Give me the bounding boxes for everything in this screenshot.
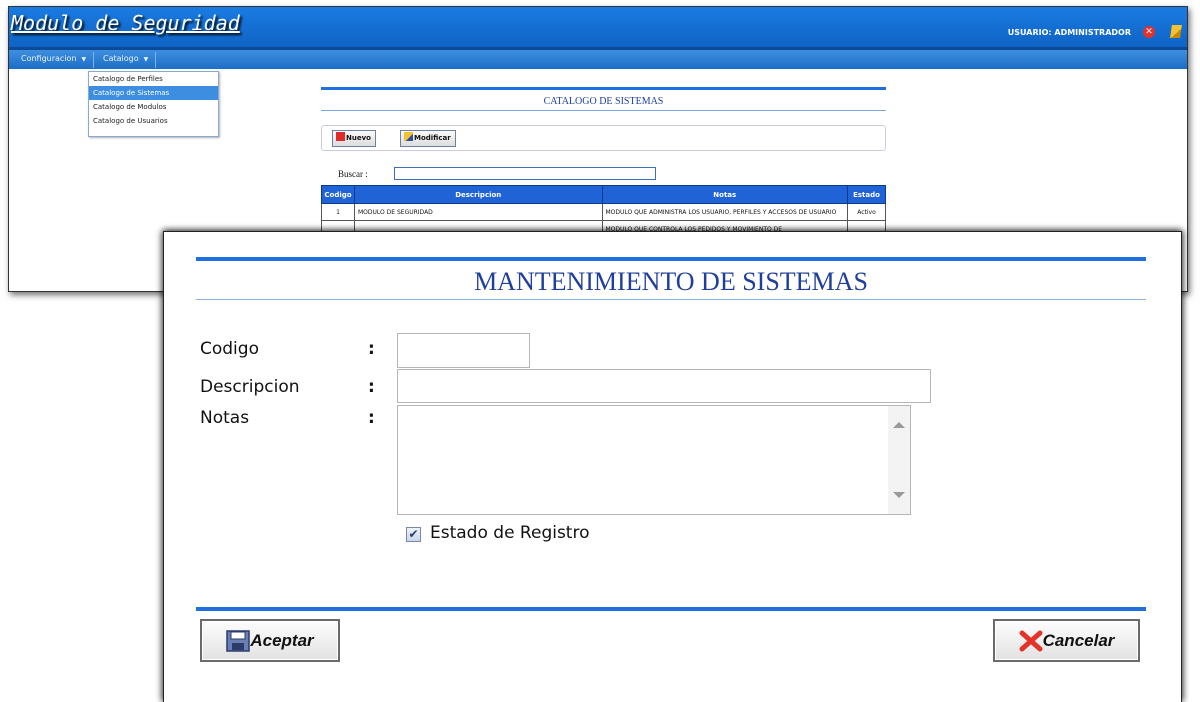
scroll-down-icon[interactable] [893, 492, 905, 498]
menu-catalogo-label: Catalogo [103, 54, 139, 63]
table-header-row: Codigo Descripcion Notas Estado [321, 185, 886, 204]
add-icon [336, 132, 345, 141]
divider [196, 607, 1146, 611]
menu-separator [93, 52, 94, 68]
save-icon [226, 629, 251, 652]
edit-icon[interactable] [1170, 25, 1182, 38]
cell-descripcion: MODULO DE SEGURIDAD [353, 203, 603, 221]
user-label: USUARIO: ADMINISTRADOR [1007, 28, 1131, 37]
colon: : [368, 339, 375, 359]
column-header-estado[interactable]: Estado [847, 185, 886, 204]
buscar-label: Buscar : [338, 169, 368, 179]
descripcion-input[interactable] [397, 369, 931, 403]
chevron-down-icon: ▼ [143, 56, 149, 63]
edit-icon [404, 132, 413, 141]
table-row[interactable]: 1 MODULO DE SEGURIDAD MODULO QUE ADMINIS… [321, 203, 886, 221]
dropdown-item-sistemas[interactable]: Catalogo de Sistemas [89, 86, 218, 100]
cell-codigo: 1 [321, 203, 355, 221]
dialog-title: MANTENIMIENTO DE SISTEMAS [474, 267, 868, 296]
colon: : [368, 377, 375, 397]
app-header: Modulo de Seguridad USUARIO: ADMINISTRAD… [9, 7, 1187, 47]
codigo-label: Codigo [200, 339, 259, 359]
divider [321, 110, 886, 111]
dropdown-item-usuarios[interactable]: Catalogo de Usuarios [89, 114, 218, 128]
nuevo-button[interactable]: Nuevo [332, 130, 376, 147]
estado-checkbox[interactable]: ✔ [406, 527, 421, 542]
catalog-title: CATALOGO DE SISTEMAS [543, 96, 664, 107]
divider [196, 299, 1146, 300]
menu-bar: Configuracion ▼ Catalogo ▼ [9, 47, 1187, 69]
notas-scrollbar[interactable] [888, 406, 910, 514]
cancelar-button[interactable]: Cancelar [993, 619, 1140, 662]
notas-textarea[interactable] [397, 405, 911, 515]
estado-label: Estado de Registro [430, 523, 590, 543]
cell-estado: Activo [847, 203, 886, 221]
catalog-dropdown-menu: Catalogo de Perfiles Catalogo de Sistema… [88, 71, 219, 137]
colon: : [368, 408, 375, 428]
column-header-notas[interactable]: Notas [601, 185, 849, 204]
modificar-label: Modificar [414, 134, 451, 142]
menu-configuracion-label: Configuracion [21, 54, 77, 63]
mantenimiento-dialog: MANTENIMIENTO DE SISTEMAS Codigo : Descr… [163, 231, 1182, 702]
divider [196, 257, 1146, 261]
menu-catalogo[interactable]: Catalogo ▼ [103, 54, 160, 63]
column-header-descripcion[interactable]: Descripcion [353, 185, 603, 204]
codigo-input[interactable] [397, 333, 530, 368]
close-x-icon[interactable]: ✕ [1143, 26, 1155, 38]
search-input[interactable] [394, 167, 656, 180]
cancel-x-icon [1019, 630, 1043, 651]
scroll-up-icon[interactable] [893, 422, 905, 428]
dropdown-item-modulos[interactable]: Catalogo de Modulos [89, 100, 218, 114]
menu-separator [155, 52, 156, 68]
column-header-codigo[interactable]: Codigo [321, 185, 355, 204]
descripcion-label: Descripcion [200, 377, 300, 397]
notas-label: Notas [200, 408, 250, 428]
cell-notas: MODULO QUE ADMINISTRA LOS USUARIO, PERFI… [601, 203, 849, 221]
modificar-button[interactable]: Modificar [400, 130, 456, 147]
menu-configuracion[interactable]: Configuracion ▼ [21, 54, 98, 63]
dropdown-item-perfiles[interactable]: Catalogo de Perfiles [89, 72, 218, 86]
chevron-down-icon: ▼ [81, 56, 87, 63]
catalog-toolbar: Nuevo Modificar [321, 125, 886, 151]
app-title: Modulo de Seguridad [11, 11, 240, 35]
aceptar-label: Aceptar [250, 630, 314, 650]
nuevo-label: Nuevo [346, 134, 371, 142]
aceptar-button[interactable]: Aceptar [200, 619, 340, 662]
cancelar-label: Cancelar [1042, 630, 1115, 650]
